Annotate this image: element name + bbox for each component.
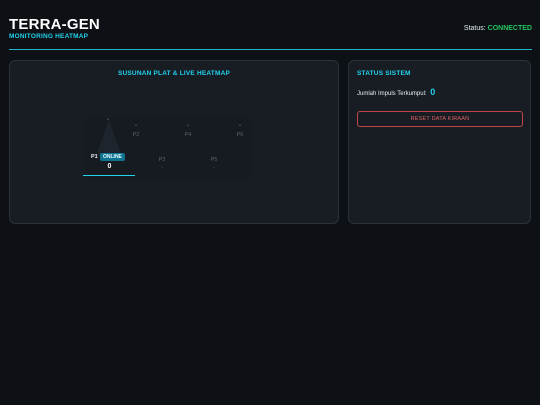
plate-p4-dot: • (187, 123, 189, 129)
connection-status: Status: CONNECTED (464, 25, 532, 32)
plate-p2-dot: • (135, 123, 137, 129)
plate-p6-dot: • (239, 123, 241, 129)
plate-p3[interactable]: P3 - (136, 152, 188, 172)
plate-p3-value: - (161, 165, 163, 171)
plate-p5-value: - (213, 165, 215, 171)
app-header: TERRA-GEN MONITORING HEATMAP Status: CON… (9, 16, 532, 50)
heatmap-panel: SUSUNAN PLAT & LIVE HEATMAP • P1 ONLINE … (9, 60, 339, 224)
plate-p4[interactable]: • P4 (162, 123, 214, 147)
status-label: Status: (463, 25, 486, 32)
plate-p1-underline (83, 175, 135, 176)
plate-p5[interactable]: P5 - (188, 152, 240, 172)
plate-p6-label: P6 (236, 132, 244, 138)
plate-p4-label: P4 (184, 132, 192, 138)
plate-p3-label: P3 (158, 157, 166, 163)
status-panel-title: STATUS SISTEM (357, 70, 411, 77)
plate-p1-label: P1 (91, 154, 98, 160)
plate-p5-label: P5 (210, 157, 218, 163)
impulse-value: 0 (430, 87, 436, 97)
plate-p1-dot: • (107, 117, 109, 123)
header-divider (9, 49, 532, 50)
plate-p6[interactable]: • P6 (214, 123, 266, 147)
app-title: TERRA-GEN (9, 16, 100, 33)
status-panel: STATUS SISTEM Jumlah Impuls Terkumpul: 0… (348, 60, 531, 224)
online-badge: ONLINE (100, 153, 125, 161)
impulse-label: Jumlah Impuls Terkumpul: (357, 91, 427, 97)
plate-p2[interactable]: • P2 (110, 123, 162, 147)
status-value: CONNECTED (487, 25, 532, 32)
heatmap-panel-title: SUSUNAN PLAT & LIVE HEATMAP (117, 70, 231, 77)
plate-p1-value: 0 (107, 163, 112, 170)
plate-p2-label: P2 (132, 132, 140, 138)
plate-p1[interactable]: • P1 ONLINE 0 (83, 117, 136, 179)
reset-data-button[interactable]: RESET DATA KIRAAN (357, 111, 523, 127)
app-subtitle: MONITORING HEATMAP (9, 33, 89, 40)
impulse-counter: Jumlah Impuls Terkumpul: 0 (357, 87, 435, 97)
